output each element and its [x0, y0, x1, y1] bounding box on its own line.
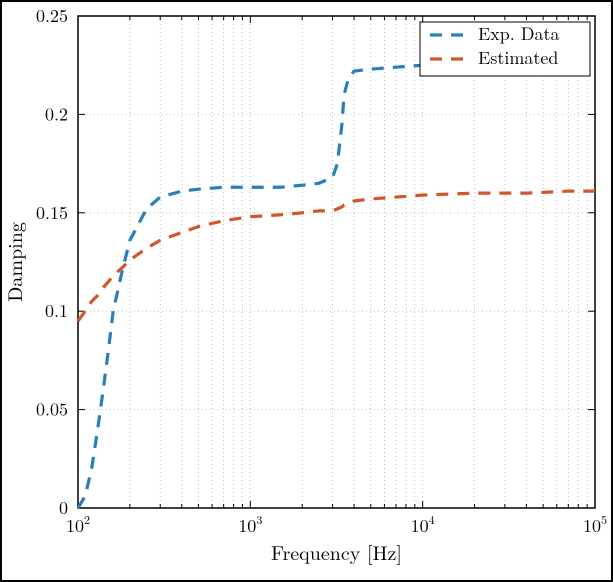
legend-label: Estimated [478, 45, 558, 70]
y-axis-label: Damping [0, 222, 28, 302]
x-tick-label: 102 [66, 511, 90, 539]
legend-label: Exp. Data [478, 21, 560, 46]
x-tick-label: 103 [238, 511, 262, 539]
y-tick-label: 0.2 [45, 101, 68, 126]
x-axis-label: Frequency [Hz] [271, 537, 402, 566]
x-tick-label: 104 [411, 511, 435, 539]
line-chart: 102 103 104 105 0 0.05 0.1 0.15 0.2 0.25 Frequency… [0, 0, 613, 582]
outer-border [1, 1, 612, 581]
series-exp-data [78, 26, 595, 508]
y-tick-label: 0.15 [36, 200, 68, 225]
grid [78, 16, 595, 508]
y-tick-label: 0 [59, 495, 68, 520]
ticks [78, 16, 595, 508]
x-tick-label: 105 [583, 511, 607, 539]
series-estimated [78, 191, 595, 321]
y-tick-label: 0.1 [45, 298, 68, 323]
chart-container: 102 103 104 105 0 0.05 0.1 0.15 0.2 0.25 Frequency… [0, 0, 613, 582]
plot-frame [78, 16, 595, 508]
y-tick-label: 0.25 [36, 3, 68, 28]
y-tick-label: 0.05 [36, 397, 68, 422]
